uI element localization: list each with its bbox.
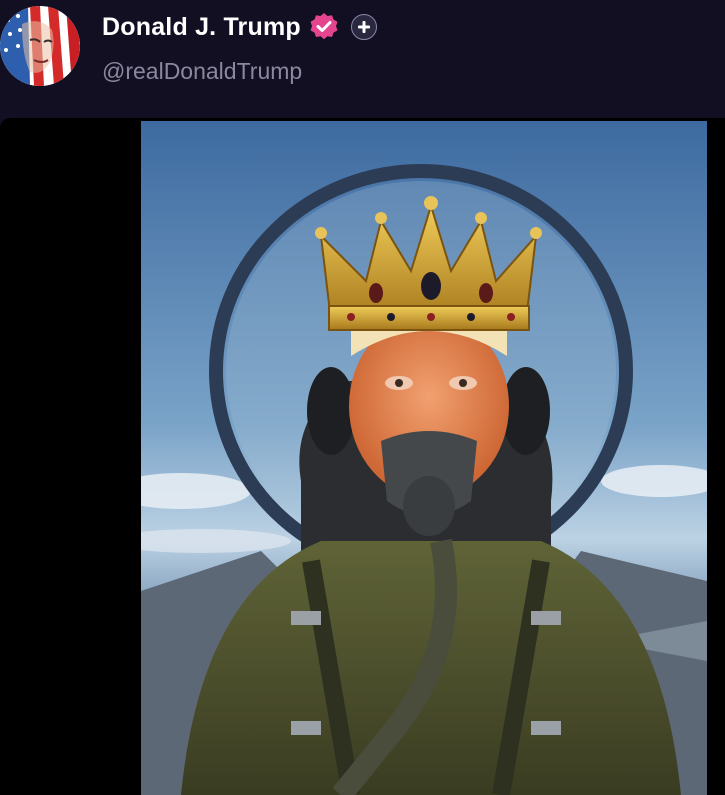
author-display-name[interactable]: Donald J. Trump xyxy=(102,13,301,42)
author-name-row: Donald J. Trump xyxy=(102,12,377,42)
verified-badge-icon xyxy=(309,12,339,42)
author-handle[interactable]: @realDonaldTrump xyxy=(102,58,302,85)
post-media-container[interactable] xyxy=(0,118,725,795)
pilot-with-crown-image-icon xyxy=(141,121,707,795)
author-avatar[interactable] xyxy=(0,6,80,86)
post-video[interactable] xyxy=(141,121,707,795)
flag-portrait-icon xyxy=(0,6,80,86)
follow-plus-button[interactable] xyxy=(350,14,377,40)
post-view: Donald J. Trump @realDonaldTrump xyxy=(0,0,725,795)
post-header: Donald J. Trump @realDonaldTrump xyxy=(0,0,725,118)
plus-icon xyxy=(357,21,370,33)
